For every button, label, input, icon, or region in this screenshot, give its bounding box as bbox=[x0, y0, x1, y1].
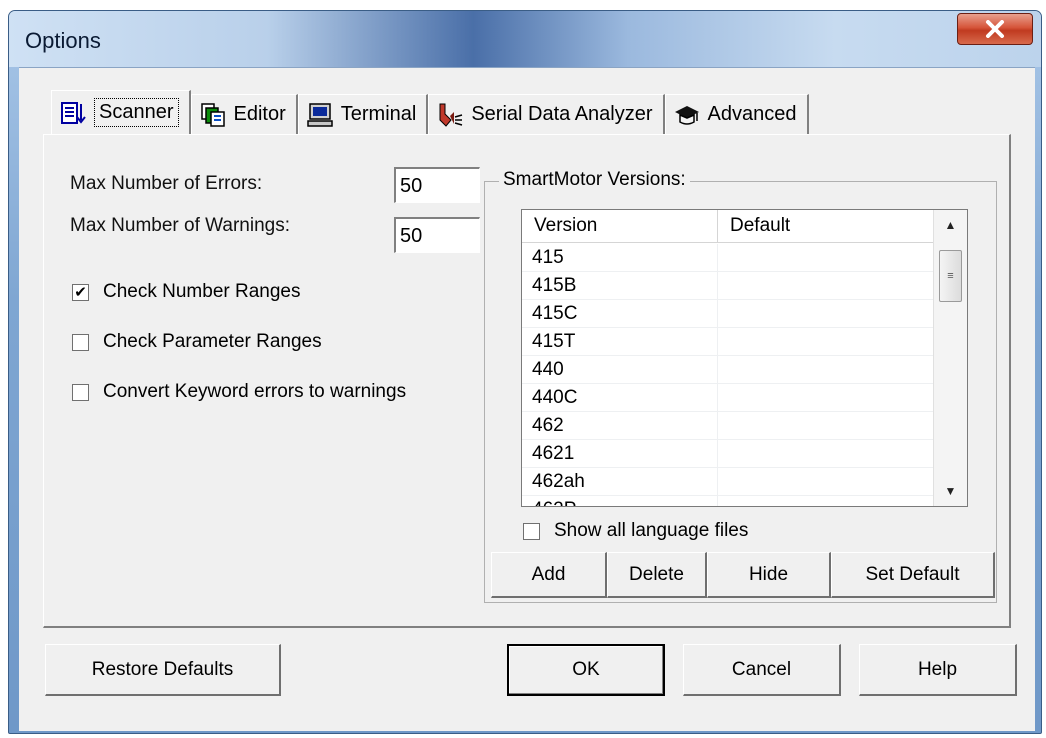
version-cell: 415B bbox=[522, 272, 718, 299]
tab-serial-data-analyzer[interactable]: Serial Data Analyzer bbox=[428, 94, 665, 134]
tab-label: Advanced bbox=[707, 103, 797, 125]
ok-button[interactable]: OK bbox=[507, 644, 665, 696]
tab-label: Terminal bbox=[340, 103, 417, 125]
max-warnings-label: Max Number of Warnings: bbox=[70, 215, 290, 236]
title-bar[interactable]: Options bbox=[9, 11, 1041, 67]
list-item[interactable]: 440C bbox=[522, 384, 934, 412]
scroll-thumb[interactable]: ≡ bbox=[939, 250, 962, 302]
list-item[interactable]: 415T bbox=[522, 328, 934, 356]
show-all-language-files-label: Show all language files bbox=[554, 520, 749, 541]
version-cell: 462ah bbox=[522, 468, 718, 495]
list-header: Version Default bbox=[522, 210, 934, 243]
group-title: SmartMotor Versions: bbox=[499, 169, 690, 191]
list-item[interactable]: 415C bbox=[522, 300, 934, 328]
list-icon bbox=[61, 101, 86, 124]
check-number-ranges-option[interactable]: ✔ Check Number Ranges bbox=[72, 281, 300, 303]
add-button[interactable]: Add bbox=[491, 552, 607, 598]
window-title: Options bbox=[25, 28, 101, 53]
tab-label: Serial Data Analyzer bbox=[471, 103, 653, 125]
vertical-scrollbar[interactable]: ▲ ≡ ▼ bbox=[933, 210, 967, 506]
computer-icon bbox=[307, 102, 333, 127]
tab-label: Editor bbox=[233, 103, 286, 125]
convert-keyword-errors-checkbox[interactable] bbox=[72, 383, 89, 401]
version-cell: 440C bbox=[522, 384, 718, 411]
show-all-language-files-option[interactable]: Show all language files bbox=[523, 520, 748, 542]
dialog-client-area: Scanner Editor Terminal Serial Data Anal… bbox=[19, 67, 1035, 731]
version-cell: 415C bbox=[522, 300, 718, 327]
version-cell: 415 bbox=[522, 244, 718, 271]
scanner-tab-panel: Max Number of Errors: 50 Max Number of W… bbox=[43, 134, 1011, 628]
versions-list[interactable]: Version Default 415 415B 415C 415T 440 4… bbox=[521, 209, 968, 507]
list-item[interactable]: 4621 bbox=[522, 440, 934, 468]
list-item[interactable]: 462 bbox=[522, 412, 934, 440]
check-parameter-ranges-option[interactable]: Check Parameter Ranges bbox=[72, 331, 322, 353]
list-item[interactable]: 415 bbox=[522, 244, 934, 272]
tab-editor[interactable]: Editor bbox=[190, 94, 298, 134]
options-dialog: Options Scanner Editor Terminal Serial D… bbox=[8, 10, 1042, 734]
column-header-version[interactable]: Version bbox=[522, 210, 718, 242]
list-item[interactable]: 440 bbox=[522, 356, 934, 384]
tab-scanner[interactable]: Scanner bbox=[51, 90, 191, 134]
check-number-ranges-checkbox[interactable]: ✔ bbox=[72, 283, 89, 301]
check-number-ranges-label: Check Number Ranges bbox=[103, 281, 301, 302]
list-item[interactable]: 462ah bbox=[522, 468, 934, 496]
list-rows: 415 415B 415C 415T 440 440C 462 4621 462… bbox=[522, 244, 934, 506]
version-cell: 462 bbox=[522, 412, 718, 439]
cancel-button[interactable]: Cancel bbox=[683, 644, 841, 696]
max-warnings-input[interactable]: 50 bbox=[394, 217, 480, 253]
tab-label: Scanner bbox=[94, 98, 179, 127]
convert-keyword-errors-option[interactable]: Convert Keyword errors to warnings bbox=[72, 381, 406, 403]
scroll-up-icon[interactable]: ▲ bbox=[934, 210, 967, 240]
version-cell: 4621 bbox=[522, 440, 718, 467]
version-cell: 415T bbox=[522, 328, 718, 355]
help-button[interactable]: Help bbox=[859, 644, 1017, 696]
close-icon bbox=[986, 20, 1004, 38]
set-default-button[interactable]: Set Default bbox=[831, 552, 995, 598]
scroll-down-icon[interactable]: ▼ bbox=[934, 476, 967, 506]
serial-analyzer-icon bbox=[439, 103, 463, 127]
close-button[interactable] bbox=[957, 13, 1033, 45]
convert-keyword-errors-label: Convert Keyword errors to warnings bbox=[103, 381, 407, 402]
delete-button[interactable]: Delete bbox=[607, 552, 707, 598]
version-cell: 440 bbox=[522, 356, 718, 383]
tab-strip: Scanner Editor Terminal Serial Data Anal… bbox=[51, 90, 809, 134]
smartmotor-versions-group: SmartMotor Versions: Version Default 415… bbox=[484, 169, 997, 603]
column-header-default[interactable]: Default bbox=[718, 210, 934, 242]
tab-advanced[interactable]: Advanced bbox=[664, 94, 809, 134]
restore-defaults-button[interactable]: Restore Defaults bbox=[45, 644, 281, 696]
show-all-language-files-checkbox[interactable] bbox=[523, 522, 540, 540]
check-parameter-ranges-label: Check Parameter Ranges bbox=[103, 331, 322, 352]
list-item[interactable]: 462P bbox=[522, 496, 934, 506]
max-errors-input[interactable]: 50 bbox=[394, 167, 480, 203]
tab-terminal[interactable]: Terminal bbox=[297, 94, 429, 134]
max-errors-label: Max Number of Errors: bbox=[70, 173, 263, 194]
hide-button[interactable]: Hide bbox=[707, 552, 831, 598]
check-parameter-ranges-checkbox[interactable] bbox=[72, 333, 89, 351]
version-cell: 462P bbox=[522, 496, 718, 506]
list-item[interactable]: 415B bbox=[522, 272, 934, 300]
documents-icon bbox=[200, 102, 225, 127]
graduation-cap-icon bbox=[674, 105, 699, 125]
